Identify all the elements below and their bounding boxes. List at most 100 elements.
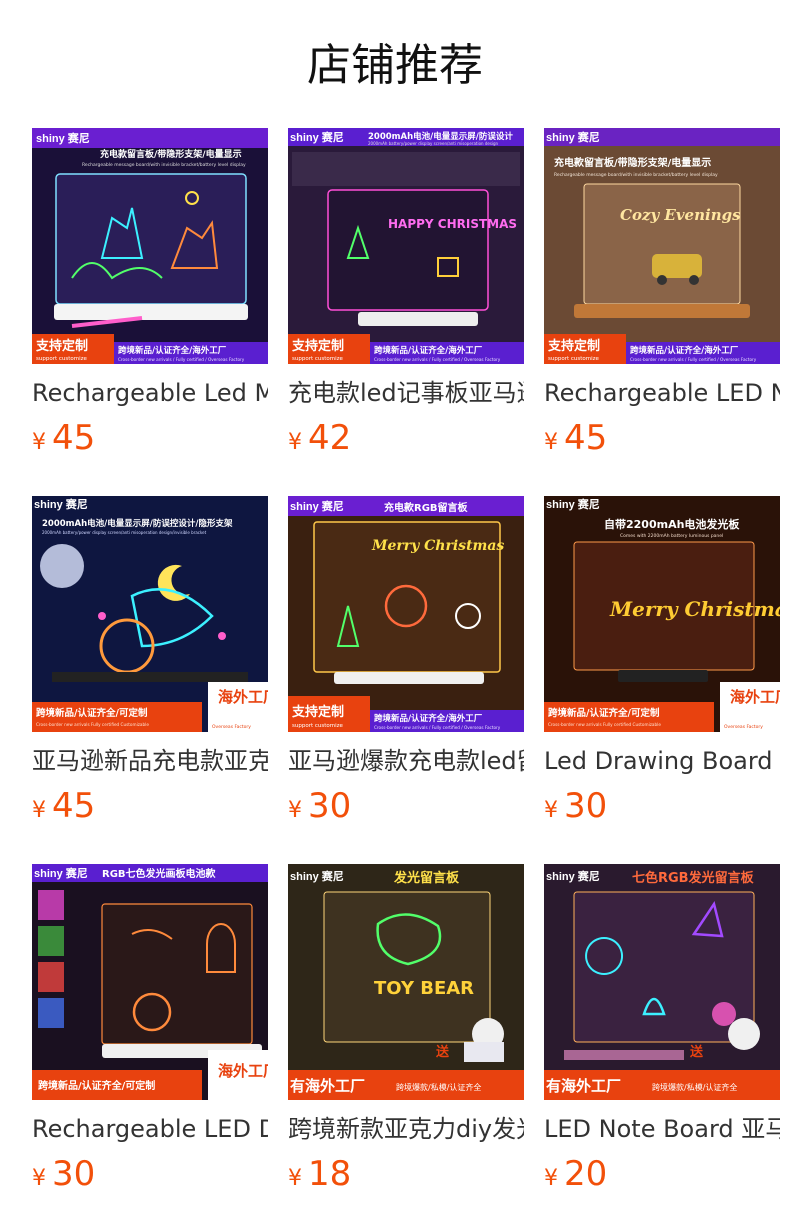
product-image[interactable]: shiny 赛尼 七色RGB发光留言板 送 有海外工厂 跨境爆款/私模/认证齐全 (544, 864, 780, 1100)
price-value: 20 (564, 1154, 608, 1194)
image-headline: 充电款留言板/带隐形支架/电量显示 (100, 148, 242, 160)
currency-symbol: ¥ (288, 1166, 302, 1191)
product-price: ¥45 (32, 418, 95, 458)
image-footer: 跨境新品/认证齐全/可定制 (38, 1079, 155, 1092)
image-footer: 有海外工厂 (290, 1077, 365, 1095)
image-footer-sub: Cross-border new arrivals / Fully certif… (374, 725, 501, 730)
image-footer-sub: Cross-border new arrivals Fully certifie… (548, 722, 661, 727)
currency-symbol: ¥ (288, 430, 302, 455)
product-price: ¥45 (32, 786, 95, 826)
product-name[interactable]: LED Note Board 亚马逊 (544, 1112, 780, 1146)
product-price: ¥30 (32, 1154, 95, 1194)
product-card[interactable]: shiny 赛尼 2000mAh电池/电量显示屏/防误控设计/隐形支架 2000… (32, 496, 268, 826)
image-footer: 跨境新品/认证齐全/海外工厂 (374, 345, 483, 356)
image-footer-sub: Cross-border new arrivals / Fully certif… (374, 357, 501, 362)
currency-symbol: ¥ (544, 798, 558, 823)
overseas-badge-sub: Overseas Factory (212, 724, 251, 730)
image-subheadline: Rechargeable message board/with invisibl… (554, 172, 718, 178)
image-headline: 发光留言板 (393, 870, 460, 886)
image-subheadline: 2000mAh battery/power display screen/ant… (42, 530, 207, 535)
brand-logo: shiny 赛尼 (546, 497, 600, 511)
image-footer-sub: Cross-border new arrivals / Fully certif… (118, 357, 245, 362)
price-value: 45 (564, 418, 608, 458)
art-text: Merry Christmas (609, 597, 780, 621)
brand-logo: shiny 赛尼 (290, 869, 344, 883)
product-name[interactable]: 亚马逊新品充电款亚克力 (32, 744, 268, 778)
art-text: Merry Christmas (371, 538, 504, 554)
product-card[interactable]: shiny 赛尼 充电款RGB留言板 Merry Christmas 支持定制 … (288, 496, 524, 826)
image-headline: 七色RGB发光留言板 (632, 870, 755, 886)
product-name[interactable]: 充电款led记事板亚马逊 (288, 376, 524, 410)
product-image[interactable]: shiny 赛尼 充电款留言板/带隐形支架/电量显示 Rechargeable … (544, 128, 780, 364)
image-footer: 跨境新品/认证齐全/海外工厂 (118, 345, 227, 356)
image-footer-sub: Cross-border new arrivals / Fully certif… (630, 357, 757, 362)
product-image[interactable]: shiny 赛尼 自带2200mAh电池发光板 Comes with 2200m… (544, 496, 780, 732)
customize-badge-sub: support customize (292, 356, 344, 362)
product-price: ¥45 (544, 418, 607, 458)
product-price: ¥18 (288, 1154, 351, 1194)
image-footer-sub: 跨境爆款/私模/认证齐全 (396, 1082, 481, 1092)
product-card[interactable]: shiny 赛尼 RGB七色发光画板电池款 跨境新品/认证齐全/可定制 海外工厂… (32, 864, 268, 1194)
product-name[interactable]: Rechargeable LED Drawing Board (32, 1112, 268, 1146)
customize-badge: 支持定制 (547, 338, 600, 354)
currency-symbol: ¥ (32, 430, 46, 455)
price-value: 30 (52, 1154, 96, 1194)
image-headline: 自带2200mAh电池发光板 (604, 517, 740, 531)
customize-badge: 支持定制 (291, 704, 344, 720)
image-footer: 跨境新品/认证齐全/可定制 (36, 707, 148, 719)
product-name[interactable]: 跨境新款亚克力diy发光板 (288, 1112, 524, 1146)
image-subheadline: 2000mAh battery/power display screen/ant… (368, 141, 499, 146)
image-footer: 跨境新品/认证齐全/可定制 (548, 707, 660, 719)
gift-tag: 送 (689, 1044, 704, 1060)
product-card[interactable]: shiny 赛尼 七色RGB发光留言板 送 有海外工厂 跨境爆款/私模/认证齐全… (544, 864, 780, 1194)
image-footer-sub: 跨境爆款/私模/认证齐全 (652, 1082, 737, 1092)
product-card[interactable]: shiny 赛尼 发光留言板 TOY BEAR 送 有海外工厂 跨境爆款/私模/… (288, 864, 524, 1194)
currency-symbol: ¥ (32, 1166, 46, 1191)
product-name[interactable]: Rechargeable LED Note Board (544, 376, 780, 410)
product-card[interactable]: shiny 赛尼 充电款留言板/带隐形支架/电量显示 Rechargeable … (544, 128, 780, 458)
product-image[interactable]: shiny 赛尼 发光留言板 TOY BEAR 送 有海外工厂 跨境爆款/私模/… (288, 864, 524, 1100)
image-headline: RGB七色发光画板电池款 (102, 867, 217, 880)
brand-logo: shiny 赛尼 (290, 499, 344, 513)
image-footer: 跨境新品/认证齐全/海外工厂 (374, 713, 483, 724)
product-image[interactable]: shiny 赛尼 2000mAh电池/电量显示屏/防误控设计/隐形支架 2000… (32, 496, 268, 732)
currency-symbol: ¥ (544, 430, 558, 455)
product-image[interactable]: shiny 赛尼 充电款留言板/带隐形支架/电量显示 Rechargeable … (32, 128, 268, 364)
customize-badge-sub: support customize (292, 723, 344, 729)
brand-logo: shiny 赛尼 (34, 866, 88, 880)
product-price: ¥42 (288, 418, 351, 458)
currency-symbol: ¥ (544, 1166, 558, 1191)
brand-logo: shiny 赛尼 (546, 130, 600, 144)
price-value: 42 (308, 418, 352, 458)
product-card[interactable]: shiny 赛尼 充电款留言板/带隐形支架/电量显示 Rechargeable … (32, 128, 268, 458)
customize-badge-sub: support customize (548, 356, 600, 362)
overseas-badge: 海外工厂 (730, 688, 780, 706)
image-footer: 跨境新品/认证齐全/海外工厂 (630, 345, 739, 356)
price-value: 45 (52, 418, 96, 458)
product-name[interactable]: 亚马逊爆款充电款led留言板 (288, 744, 524, 778)
brand-logo: shiny 赛尼 (36, 131, 90, 145)
page-title: 店铺推荐 (307, 40, 483, 91)
product-image[interactable]: shiny 赛尼 充电款RGB留言板 Merry Christmas 支持定制 … (288, 496, 524, 732)
price-value: 45 (52, 786, 96, 826)
customize-badge: 支持定制 (291, 338, 344, 354)
art-text: HAPPY CHRISTMAS (388, 217, 517, 231)
art-text: Cozy Evenings (620, 206, 741, 224)
price-value: 18 (308, 1154, 352, 1194)
product-image[interactable]: shiny 赛尼 2000mAh电池/电量显示屏/防误设计 2000mAh ba… (288, 128, 524, 364)
product-image[interactable]: shiny 赛尼 RGB七色发光画板电池款 跨境新品/认证齐全/可定制 海外工厂 (32, 864, 268, 1100)
currency-symbol: ¥ (32, 798, 46, 823)
product-card[interactable]: shiny 赛尼 自带2200mAh电池发光板 Comes with 2200m… (544, 496, 780, 826)
product-price: ¥30 (544, 786, 607, 826)
currency-symbol: ¥ (288, 798, 302, 823)
product-card[interactable]: shiny 赛尼 2000mAh电池/电量显示屏/防误设计 2000mAh ba… (288, 128, 524, 458)
image-headline: 2000mAh电池/电量显示屏/防误控设计/隐形支架 (42, 518, 233, 529)
overseas-badge: 海外工厂 (218, 688, 268, 706)
image-subheadline: Comes with 2200mAh battery luminous pane… (620, 533, 723, 539)
image-footer: 有海外工厂 (546, 1077, 621, 1095)
customize-badge-sub: support customize (36, 356, 88, 362)
overseas-badge-sub: Overseas Factory (724, 724, 763, 730)
product-name[interactable]: Rechargeable Led Message Board (32, 376, 268, 410)
art-text: TOY BEAR (374, 978, 474, 999)
product-name[interactable]: Led Drawing Board (544, 744, 780, 778)
